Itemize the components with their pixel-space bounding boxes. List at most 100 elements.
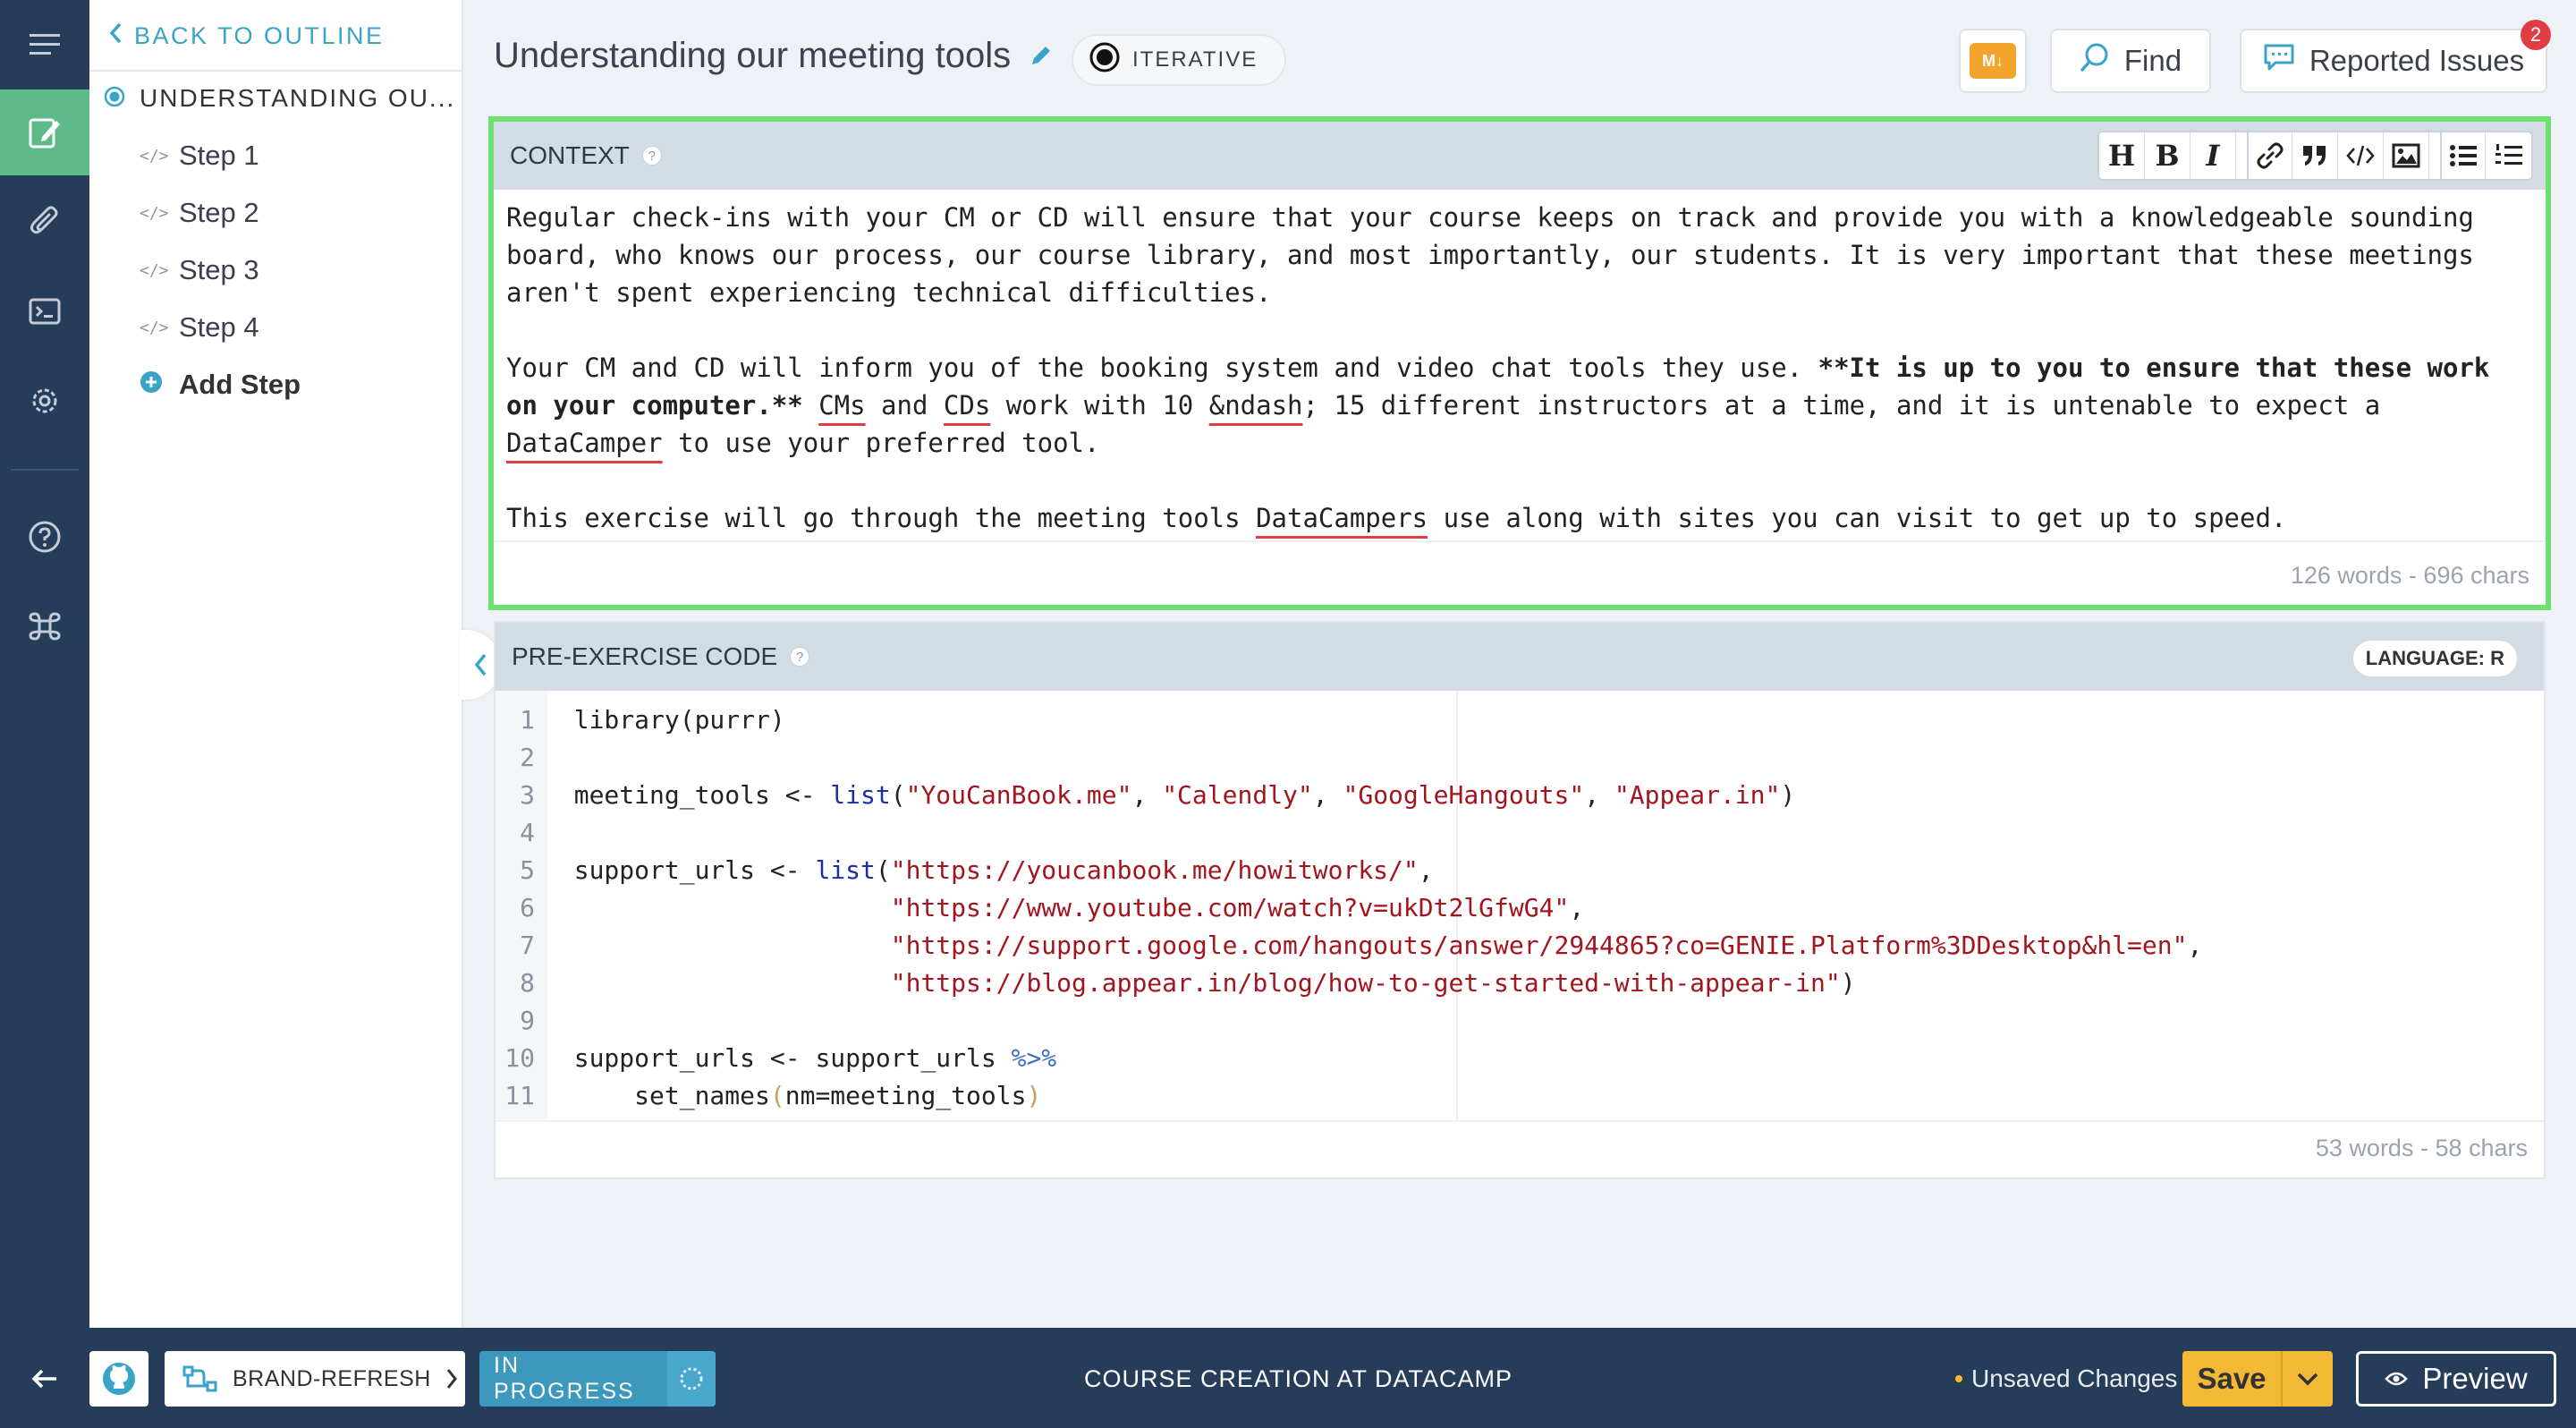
pencil-icon[interactable] <box>1029 43 1054 72</box>
back-to-outline-label: BACK TO OUTLINE <box>134 21 385 49</box>
text-run: and <box>865 390 944 421</box>
image-button[interactable] <box>2384 132 2429 179</box>
back-arrow-button[interactable] <box>20 1351 70 1407</box>
quote-icon <box>2303 146 2326 166</box>
code-line[interactable]: 5 support_urls <- list("https://youcanbo… <box>496 852 1433 889</box>
code-line[interactable]: 8 "https://blog.appear.in/blog/how-to-ge… <box>496 965 1856 1002</box>
outline-step-4[interactable]: </> Step 4 <box>140 308 259 347</box>
line-number: 7 <box>520 931 535 960</box>
code-line[interactable]: 7 "https://support.google.com/hangouts/a… <box>496 927 2202 965</box>
eye-icon <box>2385 1372 2409 1386</box>
exercise-title[interactable]: Understanding our meeting tools <box>494 36 1011 76</box>
code-icon: </> <box>140 146 169 166</box>
link-button[interactable] <box>2247 132 2292 179</box>
save-dropdown-button[interactable] <box>2283 1351 2333 1407</box>
save-button[interactable]: Save <box>2182 1362 2281 1396</box>
exercise-type-label: ITERATIVE <box>1132 47 1258 72</box>
add-step-button[interactable]: Add Step <box>140 365 301 404</box>
line-number: 6 <box>520 893 535 922</box>
code-line[interactable]: 9 <box>496 1002 574 1040</box>
paperclip-icon[interactable] <box>0 179 89 265</box>
find-button[interactable]: Find <box>2050 29 2211 93</box>
exercise-header: Understanding our meeting tools ITERATIV… <box>463 0 2576 116</box>
pre-code-header: PRE-EXERCISE CODE ? <box>496 623 2544 691</box>
step-label: Step 3 <box>179 254 259 285</box>
heading-button[interactable]: H <box>2099 132 2145 179</box>
code-token: library(purrr) <box>573 705 785 735</box>
spellcheck-word: &ndash <box>1208 390 1303 421</box>
console-icon[interactable] <box>0 268 89 354</box>
rail-divider <box>11 469 79 471</box>
code-token: "Appear.in" <box>1614 780 1781 810</box>
context-editor[interactable]: Regular check-ins with your CM or CD wil… <box>494 191 2546 537</box>
chapter-item[interactable]: UNDERSTANDING OU... <box>104 81 455 116</box>
code-line[interactable]: 1 library(purrr) <box>496 701 785 739</box>
code-line[interactable]: 2 <box>496 739 574 777</box>
code-line[interactable]: 3 meeting_tools <- list("YouCanBook.me",… <box>496 777 1795 814</box>
quote-button[interactable] <box>2292 132 2338 179</box>
edit-icon[interactable] <box>0 89 89 175</box>
numbered-list-button[interactable] <box>2486 132 2531 179</box>
code-token: ( <box>769 1081 785 1110</box>
code-line[interactable]: 11 set_names(nm=meeting_tools) <box>496 1077 1041 1115</box>
reported-issues-label: Reported Issues <box>2309 44 2525 77</box>
github-button[interactable] <box>89 1351 148 1407</box>
unsaved-dot <box>1955 1375 1962 1382</box>
line-number: 4 <box>520 818 535 847</box>
outline-step-1[interactable]: </> Step 1 <box>140 136 259 175</box>
chevron-left-icon <box>109 22 122 50</box>
reported-issues-button[interactable]: Reported Issues 2 <box>2240 20 2551 93</box>
code-token: set_names <box>573 1081 770 1110</box>
bullet-list-button[interactable] <box>2440 132 2486 179</box>
spellcheck-word: CMs <box>818 390 866 421</box>
status-label: IN PROGRESS <box>494 1353 635 1404</box>
language-badge[interactable]: LANGUAGE: R <box>2352 641 2517 676</box>
markdown-toggle-button[interactable]: M↓ <box>1959 29 2027 93</box>
italic-button[interactable]: I <box>2190 132 2236 179</box>
bold-icon: B <box>2155 139 2180 173</box>
bottom-bar: BRAND-REFRESH IN PROGRESS COURSE CREATIO… <box>0 1328 2576 1428</box>
add-step-label: Add Step <box>179 369 301 400</box>
chapter-title: UNDERSTANDING OU... <box>140 84 456 112</box>
search-bubble-icon <box>2080 42 2110 80</box>
help-icon[interactable]: ? <box>790 647 810 667</box>
code-token: , <box>1131 780 1163 810</box>
code-line[interactable]: 6 "https://www.youtube.com/watch?v=ukDt2… <box>496 889 1584 927</box>
markdown-icon: M↓ <box>1970 43 2016 79</box>
outline-step-2[interactable]: </> Step 2 <box>140 193 259 233</box>
code-line[interactable]: 10 support_urls <- support_urls %>% <box>496 1040 1056 1077</box>
back-to-outline-link[interactable]: BACK TO OUTLINE <box>109 20 385 52</box>
code-token: "GoogleHangouts" <box>1343 780 1585 810</box>
find-label: Find <box>2123 44 2182 77</box>
outline-step-3[interactable]: </> Step 3 <box>140 251 259 290</box>
code-token: meeting_tools <- <box>573 780 831 810</box>
iterative-icon <box>1089 42 1120 79</box>
help-icon[interactable]: ? <box>641 146 662 166</box>
gear-icon[interactable] <box>0 358 89 444</box>
code-token: ) <box>1840 968 1856 998</box>
line-number: 11 <box>504 1081 535 1110</box>
status-badge[interactable]: IN PROGRESS <box>479 1351 716 1407</box>
code-line[interactable]: 4 <box>496 814 574 852</box>
issues-count-badge: 2 <box>2521 20 2551 50</box>
code-token: support_urls <- support_urls <box>573 1043 1012 1073</box>
code-token: ) <box>1026 1081 1042 1110</box>
text-run: Your CM and CD will inform you of the bo… <box>506 353 1818 383</box>
pre-exercise-code-panel: PRE-EXERCISE CODE ? LANGUAGE: R 1 librar… <box>494 621 2546 1179</box>
pre-code-heading: PRE-EXERCISE CODE <box>512 642 778 670</box>
code-token: , <box>1569 893 1585 922</box>
radio-selected-icon <box>104 86 125 112</box>
branch-selector[interactable]: BRAND-REFRESH <box>165 1351 465 1407</box>
bold-button[interactable]: B <box>2145 132 2190 179</box>
code-token: nm=meeting_tools <box>784 1081 1027 1110</box>
preview-label: Preview <box>2422 1362 2528 1395</box>
code-editor[interactable]: 1 library(purrr) 2 3 meeting_tools <- lis… <box>496 691 2544 1122</box>
menu-icon[interactable] <box>0 2 89 88</box>
command-icon[interactable] <box>0 583 89 669</box>
text-run: use along with sites you can visit to ge… <box>1428 503 2287 533</box>
help-icon[interactable] <box>0 494 89 580</box>
pre-code-footer-divider <box>496 1120 2544 1122</box>
outline-sidebar: BACK TO OUTLINE UNDERSTANDING OU... </> … <box>89 0 463 1328</box>
preview-button[interactable]: Preview <box>2356 1351 2556 1407</box>
code-button[interactable] <box>2338 132 2384 179</box>
